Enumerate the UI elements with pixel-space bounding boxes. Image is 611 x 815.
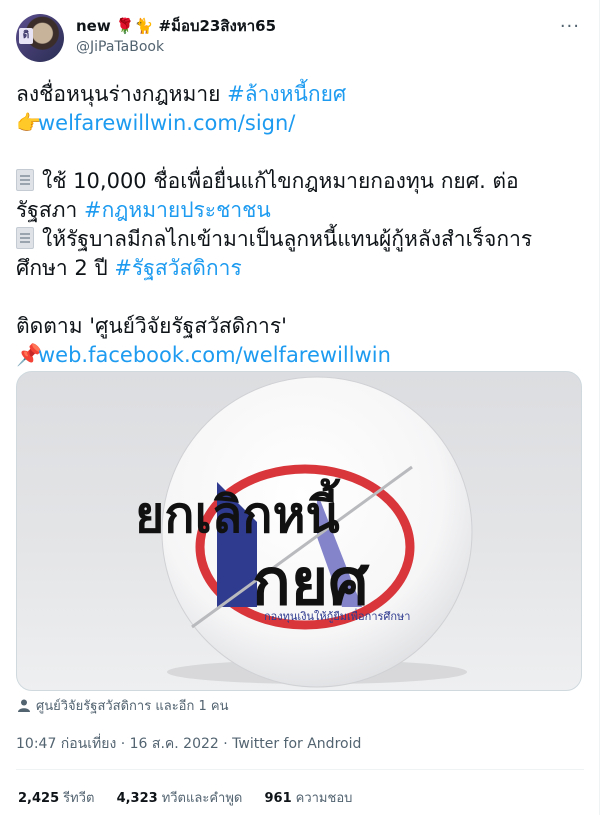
tweet-metadata[interactable]: 10:47 ก่อนเที่ยง · 16 ส.ค. 2022 · Twitte… xyxy=(16,733,361,755)
tweet-line: ติดตาม 'ศูนย์วิจัยรัฐสวัสดิการ' xyxy=(16,312,586,341)
quotes-count: 4,323 xyxy=(116,791,158,806)
likes-count: 961 xyxy=(264,791,292,806)
retweets-count: 2,425 xyxy=(18,791,60,806)
tweet-detail: ดิ new 🌹🐈 #ม็อบ23สิงหา65 @JiPaTaBook ···… xyxy=(0,0,600,815)
tweet-media-image[interactable]: กองทุนเงินให้กู้ยืมเพื่อการศึกษา ยกเลิกห… xyxy=(16,371,582,691)
tweet-text-segment: ติดตาม 'ศูนย์วิจัยรัฐสวัสดิการ' xyxy=(16,314,287,338)
tweet-line: ลงชื่อหนุนร่างกฎหมาย #ล้างหนี้กยศ xyxy=(16,80,586,109)
avatar-badge: ดิ xyxy=(19,28,33,44)
headline-bottom-text: กยศ xyxy=(252,546,370,620)
tagged-users-label: ศูนย์วิจัยรัฐสวัสดิการ และอีก 1 คน xyxy=(36,699,229,714)
likes-label: ความชอบ xyxy=(295,791,353,806)
divider xyxy=(16,769,584,770)
hashtag-link[interactable]: #กฎหมายประชาชน xyxy=(84,198,271,222)
tweet-text-segment: ให้รัฐบาลมีกลไกเข้ามาเป็นลูกหนี้แทนผู้กู… xyxy=(42,227,533,251)
headline-top-text: ยกเลิกหนี้ xyxy=(135,478,341,544)
author-names: new 🌹🐈 #ม็อบ23สิงหา65 @JiPaTaBook xyxy=(76,16,276,57)
engagement-stats: 2,425 รีทวีต 4,323 ทวีตและคำพูด 961 ความชอบ xyxy=(18,787,370,808)
memo-icon xyxy=(16,227,34,249)
tagged-users[interactable]: ศูนย์วิจัยรัฐสวัสดิการ และอีก 1 คน xyxy=(18,695,228,716)
tweet-text-segment: ลงชื่อหนุนร่างกฎหมาย xyxy=(16,82,228,106)
tweet-line: ศึกษา 2 ปี #รัฐสวัสดิการ xyxy=(16,254,586,283)
hashtag-link[interactable]: #รัฐสวัสดิการ xyxy=(114,256,241,280)
pointing-hand-icon: 👉 xyxy=(16,111,43,135)
media-illustration: กองทุนเงินให้กู้ยืมเพื่อการศึกษา ยกเลิกห… xyxy=(135,376,473,688)
hashtag-link[interactable]: #ล้างหนี้กยศ xyxy=(227,82,346,106)
avatar[interactable]: ดิ xyxy=(16,14,64,62)
person-icon xyxy=(18,699,32,716)
likes-stat[interactable]: 961 ความชอบ xyxy=(264,791,352,806)
tweet-line: ให้รัฐบาลมีกลไกเข้ามาเป็นลูกหนี้แทนผู้กู… xyxy=(16,225,586,254)
retweets-label: รีทวีต xyxy=(63,791,95,806)
display-name[interactable]: new 🌹🐈 #ม็อบ23สิงหา65 xyxy=(76,16,276,36)
facebook-url-link[interactable]: web.facebook.com/welfarewillwin xyxy=(38,343,391,367)
quotes-stat[interactable]: 4,323 ทวีตและคำพูด xyxy=(117,791,243,806)
more-options-icon[interactable]: ··· xyxy=(560,16,580,37)
pushpin-icon: 📌 xyxy=(16,343,43,367)
retweets-stat[interactable]: 2,425 รีทวีต xyxy=(18,791,94,806)
tweet-text-segment: ศึกษา 2 ปี xyxy=(16,256,115,280)
tweet-header: ดิ new 🌹🐈 #ม็อบ23สิงหา65 @JiPaTaBook ··· xyxy=(16,14,584,62)
tweet-line: 👉welfarewillwin.com/sign/ xyxy=(16,109,586,138)
tweet-text-segment: รัฐสภา xyxy=(16,198,84,222)
tweet-line: รัฐสภา #กฎหมายประชาชน xyxy=(16,196,586,225)
tweet-text-segment: ใช้ 10,000 ชื่อเพื่อยื่นแก้ไขกฎหมายกองทุ… xyxy=(42,169,519,193)
tweet-line: 📌web.facebook.com/welfarewillwin xyxy=(16,341,586,370)
user-handle[interactable]: @JiPaTaBook xyxy=(76,37,276,57)
memo-icon xyxy=(16,169,34,191)
tweet-text: ลงชื่อหนุนร่างกฎหมาย #ล้างหนี้กยศ 👉welfa… xyxy=(16,80,586,370)
sign-url-link[interactable]: welfarewillwin.com/sign/ xyxy=(38,111,295,135)
tweet-line: ใช้ 10,000 ชื่อเพื่อยื่นแก้ไขกฎหมายกองทุ… xyxy=(16,167,586,196)
quotes-label: ทวีตและคำพูด xyxy=(161,791,243,806)
